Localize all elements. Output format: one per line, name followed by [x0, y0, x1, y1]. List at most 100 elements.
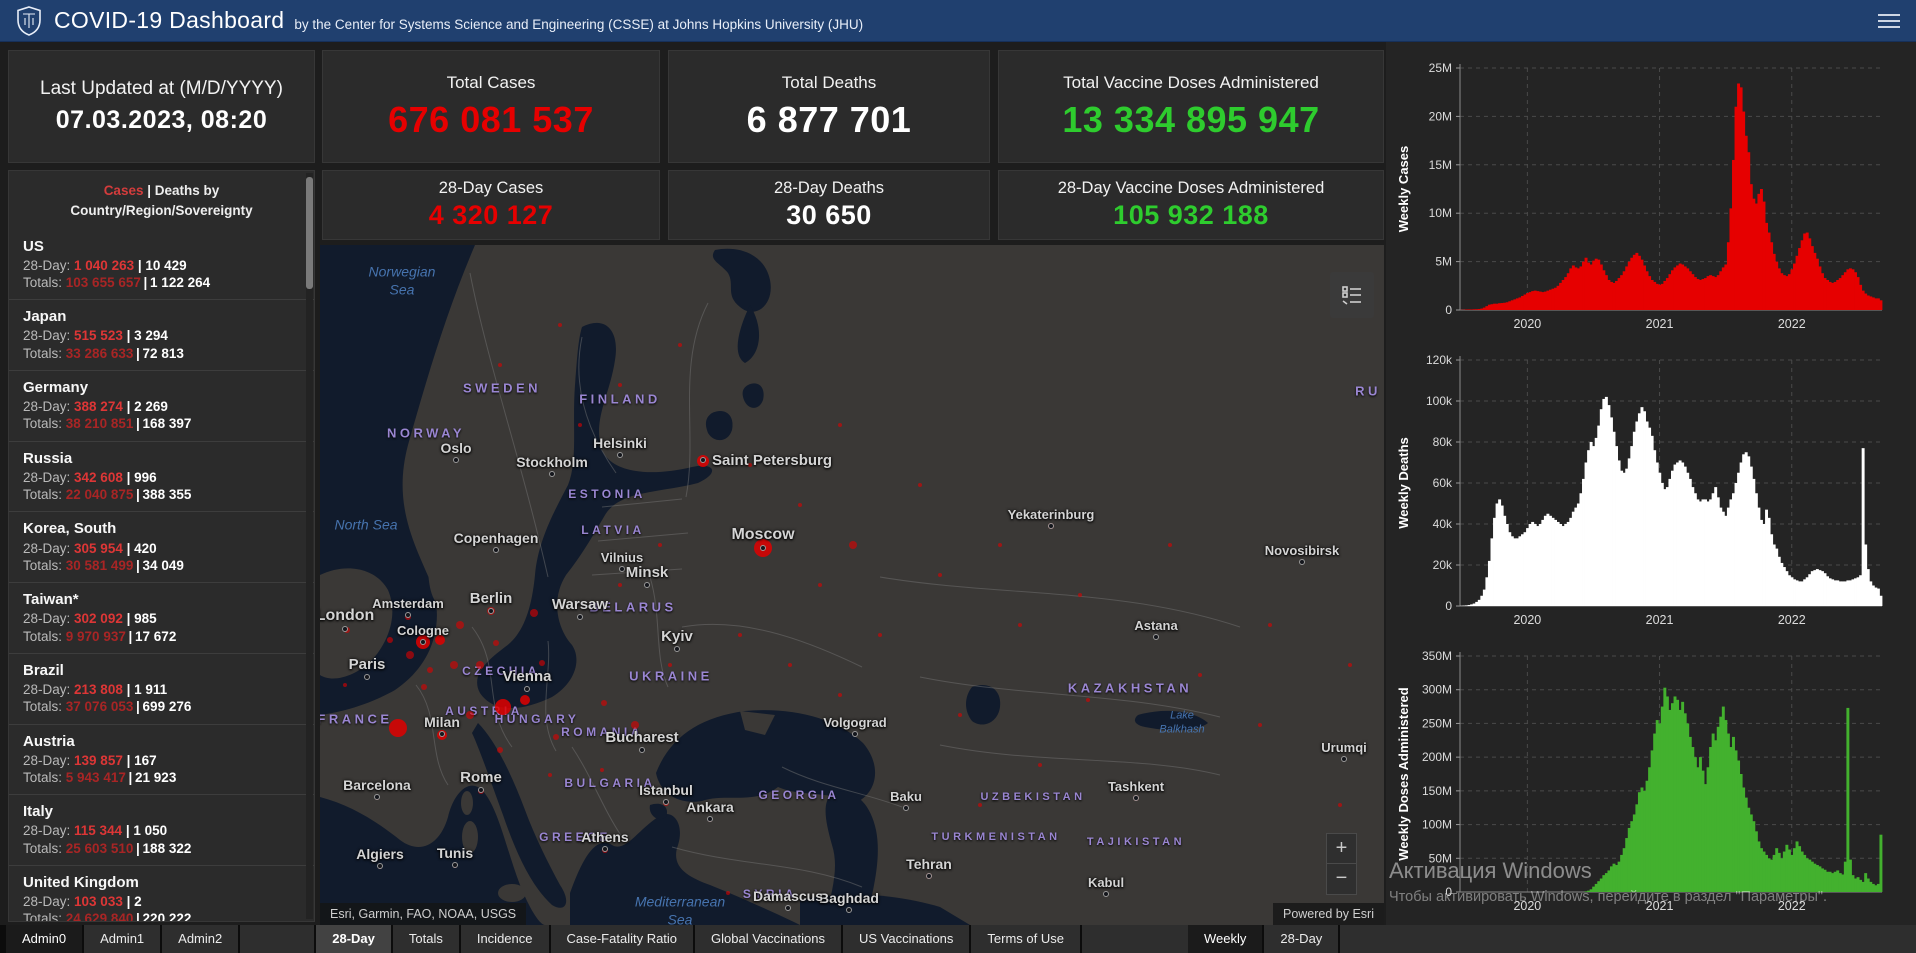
- case-bubble[interactable]: [530, 609, 538, 617]
- case-bubble[interactable]: [389, 719, 407, 737]
- case-bubble[interactable]: [1268, 623, 1272, 627]
- tab-admin0[interactable]: Admin0: [6, 925, 83, 953]
- case-bubble[interactable]: [601, 700, 607, 706]
- map-canvas[interactable]: Norwegian Sea North Sea Mediterranean Sea L…: [320, 245, 1384, 925]
- case-bubble[interactable]: [578, 423, 582, 427]
- case-bubble[interactable]: [1198, 673, 1202, 677]
- city-label: Kyiv: [661, 628, 693, 645]
- case-bubble[interactable]: [658, 543, 662, 547]
- case-bubble[interactable]: [938, 573, 942, 577]
- country-entry[interactable]: US 28-Day: 1 040 263 | 10 429 Totals: 103 …: [9, 230, 314, 300]
- case-bubble[interactable]: [476, 661, 484, 669]
- country-entry[interactable]: Austria 28-Day: 139 857 | 167 Totals: 5 94…: [9, 723, 314, 795]
- tab-28-day[interactable]: 28-Day: [1264, 925, 1339, 953]
- country-entry[interactable]: Korea, South 28-Day: 305 954 | 420 Totals:…: [9, 511, 314, 582]
- case-bubble[interactable]: [1078, 593, 1082, 597]
- case-bubble[interactable]: [456, 621, 464, 629]
- menu-icon[interactable]: [1878, 13, 1900, 28]
- case-bubble[interactable]: [878, 633, 882, 637]
- case-bubble[interactable]: [387, 637, 393, 643]
- case-bubble[interactable]: [1018, 623, 1022, 627]
- case-bubble[interactable]: [998, 543, 1002, 547]
- city-dot: [644, 582, 650, 588]
- case-bubble[interactable]: [553, 734, 559, 740]
- country-entry[interactable]: United Kingdom 28-Day: 103 033 | 2 Totals:…: [9, 864, 314, 921]
- case-bubble[interactable]: [600, 768, 604, 772]
- city-label: Cologne: [397, 623, 449, 638]
- country-entry[interactable]: Taiwan* 28-Day: 302 092 | 985 Totals: 9 97…: [9, 582, 314, 653]
- weekly-deaths-chart[interactable]: 0 20k 40k 60k 80k 100k 120k 2020 2021 2022 Weekly …: [1394, 346, 1908, 634]
- case-bubble[interactable]: [1258, 723, 1262, 727]
- case-bubble[interactable]: [1086, 698, 1090, 702]
- city-dot: [488, 608, 494, 614]
- case-bubble[interactable]: [548, 773, 552, 777]
- weekly-doses-chart[interactable]: 0 50M 100M 150M 200M 250M 300M 350M 2020 2021 2022…: [1394, 642, 1908, 920]
- case-bubble[interactable]: [343, 683, 347, 687]
- country-entry[interactable]: Japan 28-Day: 515 523 | 3 294 Totals: 33 2…: [9, 299, 314, 370]
- case-bubble[interactable]: [788, 663, 792, 667]
- case-bubble[interactable]: [495, 699, 511, 715]
- tab-admin1[interactable]: Admin1: [84, 925, 161, 953]
- case-bubble[interactable]: [427, 667, 433, 673]
- case-bubble[interactable]: [798, 503, 802, 507]
- city-dot: [549, 471, 555, 477]
- city-label: Istanbul: [639, 782, 693, 798]
- tab-spacer: [240, 925, 315, 953]
- case-bubble[interactable]: [618, 583, 622, 587]
- case-bubble[interactable]: [738, 633, 742, 637]
- case-bubble[interactable]: [539, 660, 545, 666]
- case-bubble[interactable]: [668, 663, 672, 667]
- tab-global-vaccinations[interactable]: Global Vaccinations: [695, 925, 841, 953]
- powered-by-esri[interactable]: Powered by Esri: [1272, 903, 1384, 925]
- city-dot: [1341, 756, 1347, 762]
- case-bubble[interactable]: [631, 721, 639, 729]
- case-bubble[interactable]: [497, 747, 503, 753]
- tab-weekly[interactable]: Weekly: [1188, 925, 1263, 953]
- case-bubble[interactable]: [1338, 803, 1342, 807]
- country-entry[interactable]: Italy 28-Day: 115 344 | 1 050 Totals: 25 6…: [9, 794, 314, 865]
- case-bubble[interactable]: [618, 383, 622, 387]
- svg-text:60k: 60k: [1433, 476, 1453, 490]
- zoom-in-button[interactable]: +: [1326, 833, 1357, 864]
- tab-admin2[interactable]: Admin2: [162, 925, 239, 953]
- scrollbar-thumb[interactable]: [306, 177, 313, 289]
- case-bubble[interactable]: [493, 640, 499, 646]
- case-bubble[interactable]: [406, 651, 414, 659]
- case-bubble[interactable]: [838, 423, 842, 427]
- case-bubble[interactable]: [498, 363, 502, 367]
- layer-list-button[interactable]: [1330, 272, 1374, 318]
- tab-case-fatality-ratio[interactable]: Case-Fatality Ratio: [550, 925, 694, 953]
- city-dot: [364, 674, 370, 680]
- case-bubble[interactable]: [978, 803, 982, 807]
- weekly-cases-chart[interactable]: 0 5M 10M 15M 20M 25M 2020 2021 2022 Weekly Cases: [1394, 54, 1908, 338]
- tab-totals[interactable]: Totals: [392, 925, 459, 953]
- case-bubble[interactable]: [1348, 663, 1352, 667]
- tab-terms-of-use[interactable]: Terms of Use: [971, 925, 1080, 953]
- tab-incidence[interactable]: Incidence: [460, 925, 549, 953]
- case-bubble[interactable]: [520, 695, 530, 705]
- case-bubble[interactable]: [838, 693, 842, 697]
- case-bubble[interactable]: [1168, 543, 1172, 547]
- case-bubble[interactable]: [678, 343, 682, 347]
- case-bubble[interactable]: [849, 541, 857, 549]
- tab-us-vaccinations[interactable]: US Vaccinations: [842, 925, 970, 953]
- case-bubble[interactable]: [558, 323, 562, 327]
- case-bubble[interactable]: [1038, 763, 1042, 767]
- case-bubble[interactable]: [450, 661, 458, 669]
- case-bubble[interactable]: [421, 684, 427, 690]
- zoom-out-button[interactable]: −: [1326, 864, 1357, 895]
- case-bubble[interactable]: [958, 713, 962, 717]
- city-label: Berlin: [469, 590, 513, 607]
- sidebar-scrollbar[interactable]: [306, 173, 313, 919]
- case-bubble[interactable]: [466, 711, 474, 719]
- tab-28-day[interactable]: 28-Day: [316, 925, 391, 953]
- country-entry[interactable]: Russia 28-Day: 342 608 | 996 Totals: 22 04…: [9, 440, 314, 512]
- chart-svg: 0 5M 10M 15M 20M 25M 2020 2021 2022 Weekly Cases: [1396, 61, 1883, 331]
- case-bubble[interactable]: [726, 891, 730, 895]
- country-entry[interactable]: Brazil 28-Day: 213 808 | 1 911 Totals: 37 …: [9, 652, 314, 724]
- 28day-deaths-card: 28-Day Deaths 30 650: [668, 170, 990, 240]
- case-bubble[interactable]: [818, 583, 822, 587]
- case-bubble[interactable]: [918, 483, 922, 487]
- jhu-shield-icon: [17, 5, 41, 36]
- country-entry[interactable]: Germany 28-Day: 388 274 | 2 269 Totals: 38…: [9, 369, 314, 441]
